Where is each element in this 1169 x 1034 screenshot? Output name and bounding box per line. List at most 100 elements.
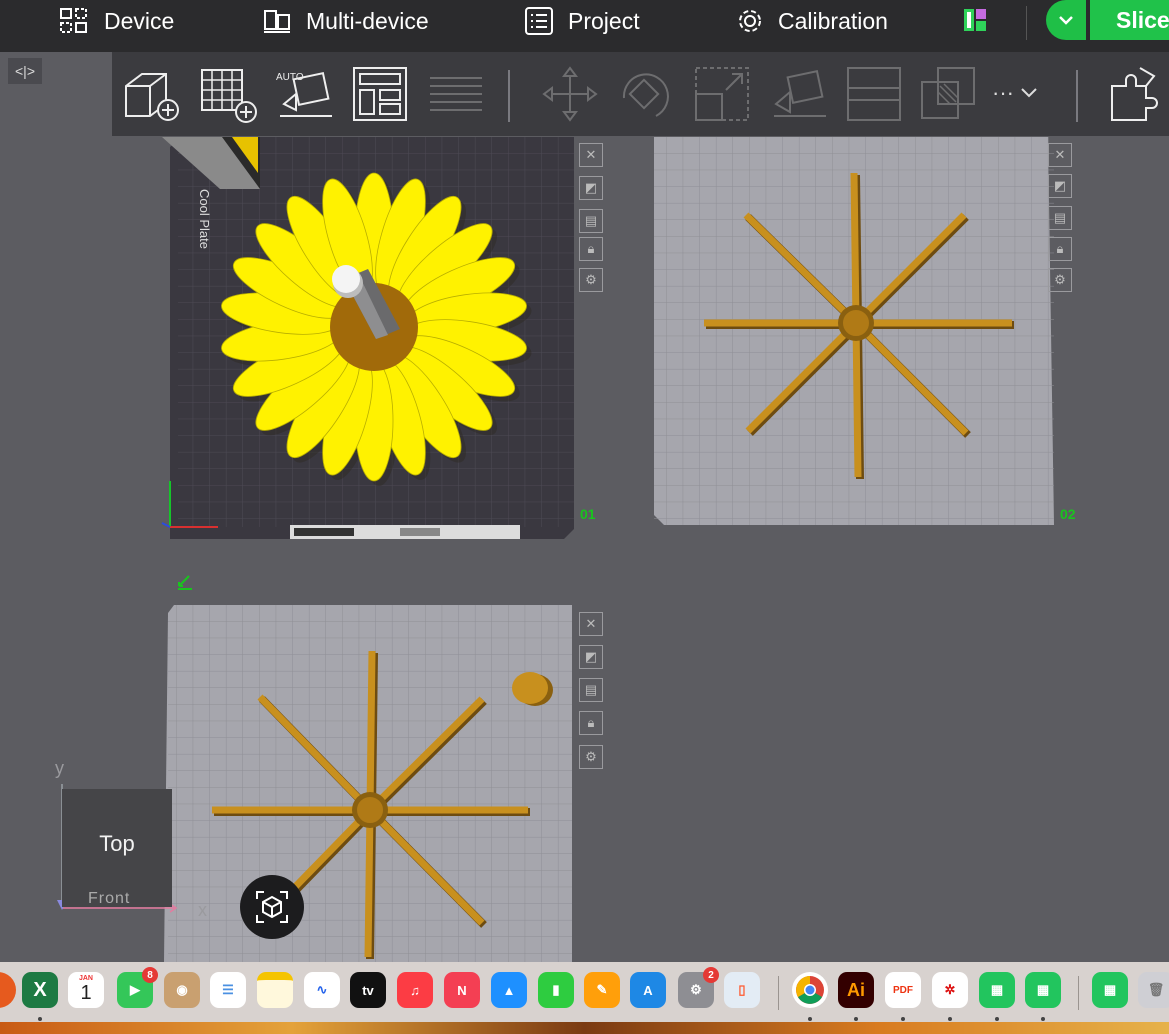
- music-icon[interactable]: ♫: [397, 972, 433, 1008]
- news-icon[interactable]: N: [444, 972, 480, 1008]
- plate-close-button[interactable]: ✕: [579, 143, 603, 167]
- pages-icon[interactable]: ✎: [584, 972, 620, 1008]
- lock-icon: 🔒︎: [587, 241, 595, 256]
- plate-03-bed[interactable]: [160, 605, 580, 962]
- plate-close-button[interactable]: ✕: [579, 612, 603, 636]
- freeform-icon[interactable]: ∿: [304, 972, 340, 1008]
- plate-settings-button[interactable]: ⚙︎: [579, 745, 603, 769]
- plate-lock-button[interactable]: 🔒︎: [579, 711, 603, 735]
- layers-button[interactable]: [426, 64, 486, 124]
- app-store-icon[interactable]: A: [630, 972, 666, 1008]
- bambu-studio-icon-2[interactable]: ▦: [1025, 972, 1061, 1008]
- excel-icon[interactable]: X: [22, 972, 58, 1008]
- spoke-arm: [364, 809, 374, 958]
- project-tab-label: Project: [568, 7, 640, 34]
- main-toolbar: AUTO ···: [112, 52, 1169, 136]
- more-tools-button[interactable]: ···: [992, 80, 1038, 106]
- auto-orient-button[interactable]: AUTO: [274, 64, 334, 124]
- plate-arrange-button[interactable]: ▤: [579, 678, 603, 702]
- layout-switch-icon[interactable]: [963, 8, 987, 32]
- facetime-icon[interactable]: ▶ 8: [117, 967, 158, 1008]
- running-indicator: [901, 1017, 905, 1021]
- boolean-button[interactable]: [918, 64, 978, 124]
- add-object-button[interactable]: [120, 64, 180, 124]
- plate-auto-orient-button[interactable]: ◩: [579, 645, 603, 669]
- gear-icon: ⚙︎: [1054, 272, 1066, 287]
- plate-lock-button[interactable]: 🔒︎: [1048, 237, 1072, 261]
- sidebar-toggle-button[interactable]: <|>: [8, 58, 42, 84]
- plate-settings-button[interactable]: ⚙︎: [1048, 268, 1072, 292]
- view-3d-button[interactable]: [240, 875, 304, 939]
- bambu-studio-icon-3[interactable]: ▦: [1092, 972, 1128, 1008]
- gear-icon: ⚙︎: [585, 272, 597, 287]
- plate-01-bed[interactable]: Cool Plate: [160, 137, 580, 547]
- appletv-label: tv: [362, 982, 374, 998]
- more-label: ···: [992, 80, 1014, 105]
- contacts-icon[interactable]: ◉: [164, 972, 200, 1008]
- close-icon: ✕: [585, 616, 597, 631]
- calendar-day: 1: [80, 982, 92, 1004]
- system-settings-icon[interactable]: ⚙ 2: [678, 967, 719, 1008]
- add-plate-button[interactable]: [198, 64, 258, 124]
- dock-app-icon[interactable]: [0, 972, 16, 1008]
- toolbar-separator: [508, 70, 510, 122]
- spoke-arm: [852, 322, 862, 478]
- multi-device-tab[interactable]: Multi-device: [262, 0, 429, 42]
- toolbar-separator: [1076, 70, 1078, 122]
- acrobat-icon[interactable]: ✲: [932, 972, 968, 1008]
- rotate-button[interactable]: [616, 64, 676, 124]
- spoke-arm: [366, 650, 376, 811]
- plate-settings-button[interactable]: ⚙︎: [579, 268, 603, 292]
- numbers-icon[interactable]: ▮: [538, 972, 574, 1008]
- scale-button[interactable]: [692, 64, 752, 124]
- close-icon: ✕: [1054, 147, 1066, 162]
- slice-dropdown-button[interactable]: [1046, 0, 1086, 40]
- multi-device-icon: [264, 10, 290, 33]
- top-bar: Device Multi-device Project Calibration …: [0, 0, 1169, 52]
- gear-icon: ⚙︎: [585, 749, 597, 764]
- arrange-icon: ▤: [584, 682, 598, 697]
- plate-lock-button[interactable]: 🔒︎: [579, 237, 603, 261]
- topbar-divider: [1026, 6, 1027, 40]
- pdf-label: PDF: [893, 984, 913, 996]
- iphone-mirroring-icon[interactable]: ▯: [724, 972, 760, 1008]
- x-axis-label: x: [198, 900, 207, 920]
- plate-arrange-button[interactable]: ▤: [1048, 206, 1072, 230]
- plate-auto-orient-button[interactable]: ◩: [579, 176, 603, 200]
- appletv-icon[interactable]: tv: [350, 972, 386, 1008]
- cut-button[interactable]: [844, 64, 904, 124]
- settings-badge: 2: [703, 967, 719, 983]
- slice-button[interactable]: Slice: [1090, 0, 1169, 40]
- bambu-studio-icon[interactable]: ▦: [979, 972, 1015, 1008]
- orient-icon: ◩: [584, 180, 598, 195]
- chrome-icon[interactable]: [792, 972, 828, 1008]
- calendar-icon[interactable]: JAN 1: [68, 972, 104, 1008]
- plate-arrange-button[interactable]: ▤: [579, 209, 603, 233]
- lock-icon: 🔒︎: [1056, 241, 1064, 256]
- spoke-model[interactable]: [704, 172, 1014, 480]
- dock-separator: [778, 976, 779, 1010]
- assembly-button[interactable]: [1106, 64, 1166, 124]
- disc-model[interactable]: [512, 672, 548, 704]
- pdf-app-icon[interactable]: PDF: [885, 972, 921, 1008]
- plate-auto-orient-button[interactable]: ◩: [1048, 174, 1072, 198]
- keynote-icon[interactable]: ▲: [491, 972, 527, 1008]
- edit-plate-name-icon[interactable]: [176, 572, 194, 590]
- calibration-tab-label: Calibration: [778, 7, 888, 34]
- reminders-icon[interactable]: ☰: [210, 972, 246, 1008]
- trash-icon[interactable]: 🗑︎: [1138, 972, 1169, 1008]
- arrange-button[interactable]: [350, 64, 410, 124]
- running-indicator: [1041, 1017, 1045, 1021]
- move-button[interactable]: [540, 64, 600, 124]
- running-indicator: [38, 1017, 42, 1021]
- running-indicator: [808, 1017, 812, 1021]
- notes-icon[interactable]: [257, 972, 293, 1008]
- plate-02-bed[interactable]: [650, 137, 1060, 529]
- calibration-tab[interactable]: Calibration: [736, 0, 888, 42]
- project-tab[interactable]: Project: [524, 0, 640, 42]
- plate-close-button[interactable]: ✕: [1048, 143, 1072, 167]
- running-indicator: [854, 1017, 858, 1021]
- lay-on-face-button[interactable]: [768, 64, 828, 124]
- illustrator-icon[interactable]: Ai: [838, 972, 874, 1008]
- device-tab[interactable]: Device: [58, 0, 174, 42]
